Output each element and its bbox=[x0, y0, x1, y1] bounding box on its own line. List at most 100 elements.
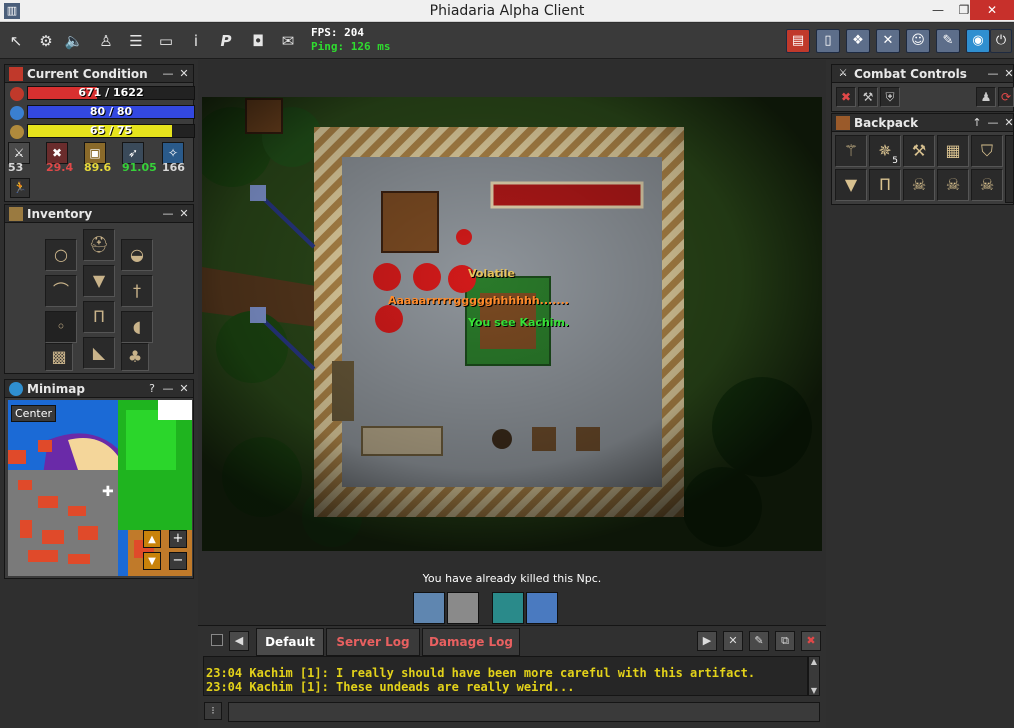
floor-down-button[interactable]: ▼ bbox=[143, 552, 161, 570]
current-condition-panel: Current Condition — ✕ 671 / 1622 80 / 80… bbox=[4, 64, 195, 202]
balanced-mode-icon[interactable]: ⚒ bbox=[858, 87, 878, 107]
player-position-marker: ✚ bbox=[102, 484, 114, 500]
follow-icon[interactable]: ♟ bbox=[976, 87, 996, 107]
legs-item[interactable]: Π bbox=[869, 169, 901, 201]
armor-item[interactable]: ⛉ bbox=[971, 135, 1003, 167]
minimize-button[interactable]: — bbox=[924, 0, 952, 20]
backpack-slot[interactable]: ◒ bbox=[121, 239, 153, 271]
tab-server-log[interactable]: Server Log bbox=[326, 628, 420, 656]
quest-log-icon[interactable]: ❖ bbox=[846, 29, 870, 53]
window-icon[interactable]: ▭ bbox=[156, 31, 176, 51]
skull-item[interactable]: ☠ bbox=[937, 169, 969, 201]
close-panel-button[interactable]: ✕ bbox=[177, 67, 191, 81]
boots-slot[interactable]: ◣ bbox=[83, 337, 115, 369]
axe-item[interactable]: ⚒ bbox=[903, 135, 935, 167]
close-panel-button[interactable]: ✕ bbox=[177, 207, 191, 221]
chat-toggle-checkbox[interactable] bbox=[211, 634, 223, 646]
chat-open-channel-button[interactable]: ⧉ bbox=[775, 631, 795, 651]
scroll-down-icon[interactable]: ▼ bbox=[809, 686, 819, 695]
action-slot-4[interactable] bbox=[526, 592, 558, 624]
sound-icon[interactable]: 🔈 bbox=[64, 31, 84, 51]
zoom-out-button[interactable]: − bbox=[169, 552, 187, 570]
chat-close-tab-button[interactable]: ✕ bbox=[723, 631, 743, 651]
combat-icon[interactable]: ✕ bbox=[876, 29, 900, 53]
stop-icon[interactable]: ⟳ bbox=[998, 87, 1014, 107]
minimize-panel-button[interactable]: — bbox=[986, 67, 1000, 81]
minimize-panel-button[interactable]: — bbox=[161, 207, 175, 221]
skull-item[interactable]: ☠ bbox=[971, 169, 1003, 201]
chest-armor-item[interactable]: ▼ bbox=[835, 169, 867, 201]
ring-slot[interactable]: ◦ bbox=[45, 311, 77, 343]
zoom-in-button[interactable]: + bbox=[169, 530, 187, 548]
chat-input-icon[interactable]: ⁝ bbox=[204, 702, 222, 720]
backpack-scrollbar[interactable] bbox=[1005, 135, 1014, 203]
spellbook-item[interactable]: ▦ bbox=[937, 135, 969, 167]
throwing-star-item[interactable]: ✵ 5 bbox=[869, 135, 901, 167]
scroll-up-icon[interactable]: ▲ bbox=[809, 657, 819, 666]
shield-slot[interactable]: ◖ bbox=[121, 311, 153, 343]
skull-icon: ☠ bbox=[979, 175, 995, 194]
notes-icon[interactable]: ▯ bbox=[816, 29, 840, 53]
chat-prev-tab-button[interactable]: ◀ bbox=[229, 631, 249, 651]
scroll-icon[interactable]: ✉ bbox=[278, 31, 298, 51]
bow-slot[interactable]: ⌒ bbox=[45, 275, 77, 307]
npc-name-label: Volatile bbox=[468, 267, 515, 280]
game-viewport[interactable]: Volatile Aaaaarrrrrggggghhhhhh....... Yo… bbox=[202, 97, 822, 551]
chat-scrollbar[interactable]: ▲ ▼ bbox=[808, 656, 820, 696]
notepad-icon[interactable]: ☰ bbox=[126, 31, 146, 51]
close-panel-button[interactable]: ✕ bbox=[1002, 116, 1014, 130]
weapon-slot[interactable]: † bbox=[121, 275, 153, 307]
chat-input[interactable] bbox=[228, 702, 820, 722]
chat-message: 23:04 Kachim [1]: These undeads are real… bbox=[206, 680, 575, 694]
close-button[interactable]: ✕ bbox=[970, 0, 1014, 20]
chat-next-tab-button[interactable]: ▶ bbox=[697, 631, 717, 651]
world-map-icon[interactable]: ◉ bbox=[966, 29, 990, 53]
helmet-slot[interactable]: ⛑ bbox=[83, 229, 115, 261]
minimize-panel-button[interactable]: — bbox=[161, 67, 175, 81]
logout-icon[interactable]: ⏻ bbox=[990, 29, 1012, 53]
ammo-slot[interactable]: ♣ bbox=[121, 343, 149, 371]
mana-text: 80 / 80 bbox=[89, 105, 133, 118]
bag-slot[interactable]: ▩ bbox=[45, 343, 73, 371]
chat-ignore-button[interactable]: ✖ bbox=[801, 631, 821, 651]
cursor-icon[interactable]: ↖ bbox=[6, 31, 26, 51]
action-slot-1[interactable] bbox=[413, 592, 445, 624]
skull-item[interactable]: ☠ bbox=[903, 169, 935, 201]
action-slot-2[interactable] bbox=[447, 592, 479, 624]
attack-mode-icon[interactable]: ✖ bbox=[836, 87, 856, 107]
crossed-swords-icon: ⚔ bbox=[838, 68, 848, 79]
chat-clear-button[interactable]: ✎ bbox=[749, 631, 769, 651]
defense-mode-icon[interactable]: ⛨ bbox=[880, 87, 900, 107]
armor-slot[interactable]: ▼ bbox=[83, 265, 115, 297]
amulet-slot[interactable]: ○ bbox=[45, 239, 77, 271]
action-slot-3[interactable] bbox=[492, 592, 524, 624]
minimap-center-button[interactable]: Center bbox=[11, 405, 57, 422]
health-mana-toggle-icon[interactable]: ▤ bbox=[786, 29, 810, 53]
minimize-panel-button[interactable]: — bbox=[161, 382, 175, 396]
magic-value: 166 bbox=[162, 161, 185, 174]
minimap-view[interactable]: ✚ bbox=[8, 400, 192, 576]
options-icon[interactable]: ⚙ bbox=[36, 31, 56, 51]
health-icon bbox=[10, 87, 24, 101]
minimize-panel-button[interactable]: — bbox=[986, 116, 1000, 130]
minimap-help-button[interactable]: ? bbox=[145, 382, 159, 396]
tab-damage-log[interactable]: Damage Log bbox=[422, 628, 520, 656]
backpack-up-button[interactable]: ↑ bbox=[970, 116, 984, 130]
premium-icon[interactable]: P bbox=[216, 31, 236, 51]
current-condition-header: Current Condition — ✕ bbox=[5, 65, 193, 83]
info-icon[interactable]: i bbox=[186, 31, 206, 51]
tab-default[interactable]: Default bbox=[256, 628, 324, 656]
close-panel-button[interactable]: ✕ bbox=[177, 382, 191, 396]
wand-item[interactable]: ⚚ bbox=[835, 135, 867, 167]
character-icon[interactable]: ♙ bbox=[96, 31, 116, 51]
skills-icon[interactable]: ✎ bbox=[936, 29, 960, 53]
party-icon[interactable]: ☺ bbox=[906, 29, 930, 53]
stamina-bar: 65 / 75 bbox=[27, 124, 195, 138]
floor-up-button[interactable]: ▲ bbox=[143, 530, 161, 548]
chat-message: 23:04 Kachim [1]: I really should have b… bbox=[206, 666, 756, 680]
screenshot-icon[interactable]: ◘ bbox=[248, 31, 268, 51]
close-panel-button[interactable]: ✕ bbox=[1002, 67, 1014, 81]
legs-slot[interactable]: Π bbox=[83, 301, 115, 333]
spellbook-icon: ▦ bbox=[945, 141, 961, 160]
running-status-icon: 🏃 bbox=[10, 178, 30, 198]
